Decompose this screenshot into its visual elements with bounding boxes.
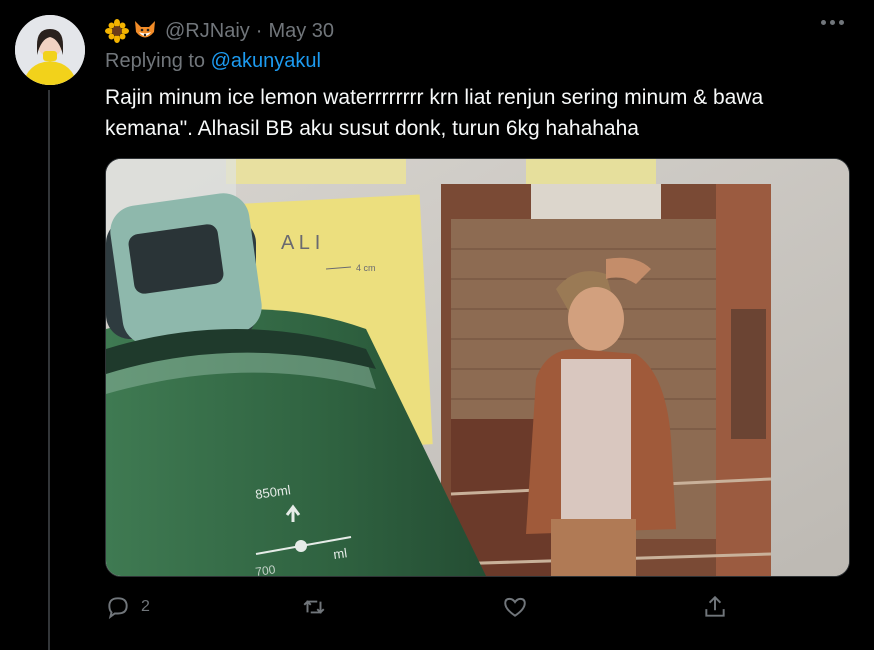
reply-icon bbox=[108, 597, 128, 620]
replying-prefix: Replying to bbox=[105, 50, 206, 72]
tweet-photo[interactable]: A L I 4 cm 850ml ml 700 bbox=[105, 158, 850, 577]
tweet-header: @RJNaiy · May 30 bbox=[105, 16, 334, 46]
mention-link[interactable]: @akunyakul bbox=[211, 50, 321, 72]
sticky-note-measure: 4 cm bbox=[356, 263, 376, 273]
user-handle[interactable]: @RJNaiy bbox=[165, 20, 250, 43]
replying-to: Replying to @akunyakul bbox=[105, 50, 321, 73]
share-button[interactable] bbox=[702, 594, 728, 620]
tweet-text: Rajin minum ice lemon waterrrrrrrr krn l… bbox=[105, 86, 764, 140]
tweet-actions: 2 bbox=[105, 594, 745, 624]
share-icon bbox=[705, 595, 725, 617]
reply-count: 2 bbox=[141, 598, 150, 615]
thread-line bbox=[48, 90, 50, 650]
retweet-icon bbox=[303, 600, 325, 614]
bottle-partial-label: 700 bbox=[254, 562, 276, 576]
retweet-button[interactable] bbox=[301, 594, 337, 620]
avatar[interactable] bbox=[15, 15, 85, 85]
fox-emoji bbox=[135, 21, 155, 38]
like-button[interactable] bbox=[502, 594, 538, 620]
more-horizontal-icon[interactable] bbox=[821, 20, 844, 25]
tweet-date[interactable]: May 30 bbox=[268, 20, 334, 43]
bottle-unit-label: ml bbox=[332, 545, 348, 562]
sticky-note-text: A L I bbox=[281, 232, 320, 254]
sunflower-emoji bbox=[105, 19, 129, 43]
heart-icon bbox=[504, 597, 526, 617]
reply-button[interactable]: 2 bbox=[105, 594, 150, 620]
separator: · bbox=[255, 19, 263, 42]
